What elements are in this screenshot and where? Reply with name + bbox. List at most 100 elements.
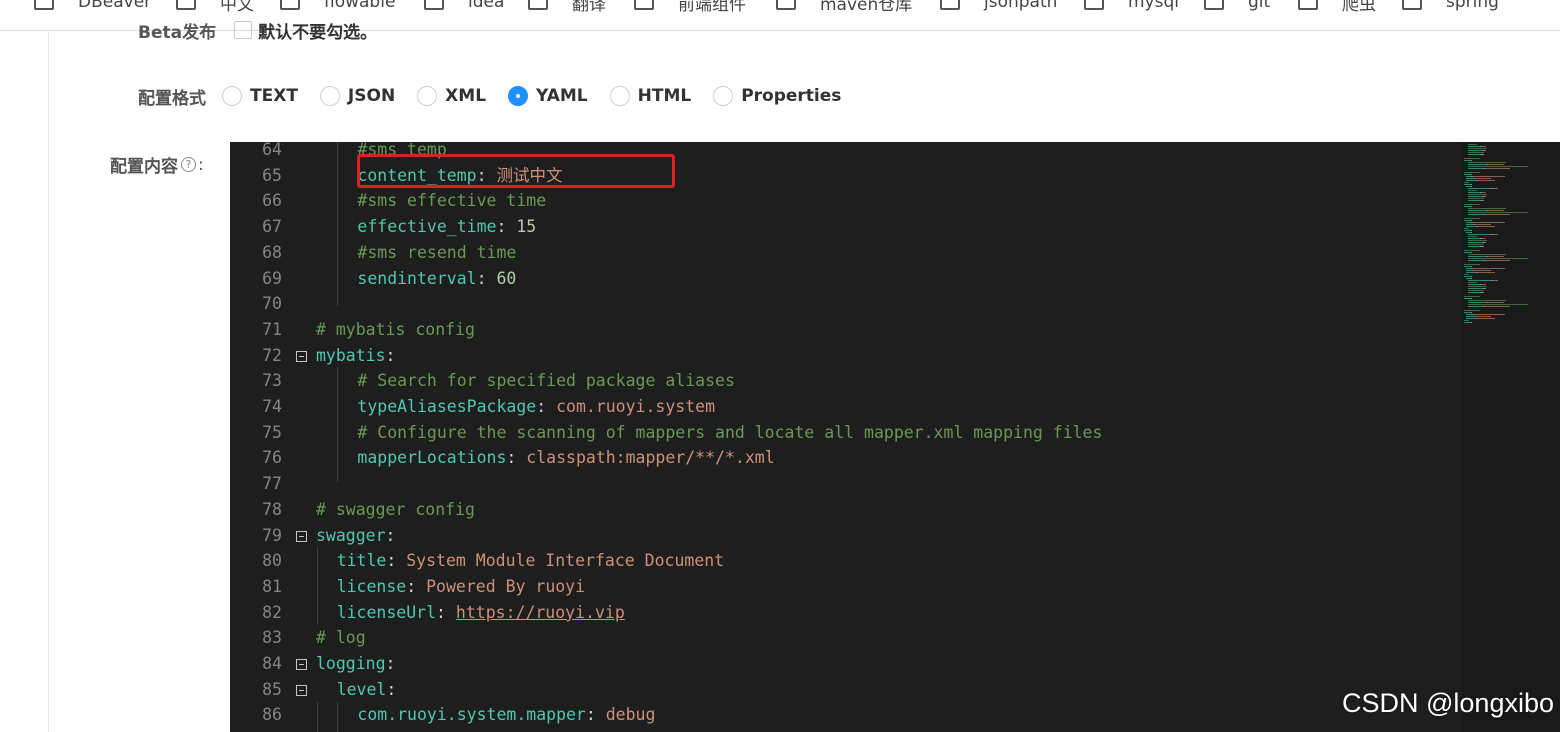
minimap-line — [1468, 236, 1477, 237]
fold-toggle-icon[interactable] — [296, 684, 307, 696]
beta-checkbox[interactable] — [234, 21, 253, 39]
minimap-line — [1464, 228, 1469, 229]
bookmark-item[interactable]: 翻译 — [528, 0, 606, 15]
minimap-line — [1468, 154, 1480, 155]
code-token: # log — [316, 628, 366, 648]
minimap-line — [1475, 178, 1491, 179]
format-radio-json[interactable]: JSON — [319, 86, 396, 106]
bookmark-item[interactable]: spring — [1402, 0, 1499, 14]
minimap-line — [1468, 198, 1484, 199]
line-number: 80 — [262, 551, 282, 571]
bookmark-item[interactable]: maven仓库 — [776, 0, 913, 15]
minimap-line — [1468, 194, 1487, 195]
minimap-line — [1471, 230, 1472, 231]
bookmark-item[interactable]: idea — [424, 0, 504, 14]
minimap-line — [1468, 306, 1483, 307]
minimap-line — [1475, 224, 1491, 225]
radio-dot — [319, 86, 340, 106]
minimap-line — [1468, 188, 1491, 189]
format-radio-properties[interactable]: Properties — [713, 86, 841, 106]
minimap-line — [1468, 280, 1491, 281]
fold-toggle-icon[interactable] — [296, 350, 307, 362]
bookmark-item[interactable]: DBeaver — [34, 0, 151, 14]
minimap-line — [1468, 208, 1506, 209]
minimap-line — [1464, 218, 1480, 219]
minimap-line — [1475, 270, 1491, 271]
code-text: typeAliasesPackage: com.ruoyi.system — [357, 394, 715, 420]
minimap-line — [1468, 256, 1486, 257]
minimap-line — [1468, 168, 1483, 169]
code-text: # swagger config — [316, 497, 475, 523]
fold-toggle-icon[interactable] — [296, 659, 307, 670]
minimap-line — [1484, 150, 1486, 151]
line-number: 72 — [262, 345, 282, 365]
line-number: 70 — [262, 294, 282, 314]
code-line: 83 # log — [230, 625, 1460, 651]
bookmark-label: jsonpath — [984, 0, 1058, 12]
line-number: 68 — [262, 242, 282, 262]
code-editor[interactable]: 64 #sms temp 65 content_temp: 测试中文 66 #sms ef… — [230, 142, 1560, 732]
minimap-line — [1471, 186, 1472, 187]
folder-icon — [1298, 0, 1318, 10]
code-line: 66 #sms effective time — [230, 188, 1460, 214]
minimap-line — [1468, 304, 1528, 305]
code-token: : — [385, 525, 396, 545]
code-line: 79 swagger: — [230, 523, 1460, 549]
watermark: CSDN @longxibo — [1342, 688, 1554, 718]
code-text: sendinterval: 60 — [357, 266, 516, 292]
minimap-line — [1464, 266, 1471, 267]
beta-label: Beta发布 — [138, 22, 217, 43]
minimap-line — [1468, 152, 1484, 153]
code-text: # Configure the scanning of mappers and … — [357, 420, 1102, 446]
minimap-line — [1464, 298, 1471, 299]
code-line: 75 # Configure the scanning of mappers an… — [230, 420, 1460, 446]
help-icon[interactable]: ? — [181, 157, 196, 172]
fold-toggle-icon[interactable] — [296, 530, 307, 542]
minimap-line — [1464, 174, 1471, 175]
line-number: 67 — [262, 217, 282, 237]
editor-minimap[interactable] — [1462, 142, 1560, 732]
format-radio-xml[interactable]: XML — [417, 86, 486, 106]
code-token[interactable]: https://ruoyi.vip — [456, 603, 625, 622]
minimap-line — [1468, 162, 1506, 163]
format-radio-yaml[interactable]: YAML — [508, 86, 588, 106]
code-text: logging: — [316, 651, 395, 677]
code-token: com.ruoyi.system.mapper — [357, 705, 586, 725]
bookmark-item[interactable]: mysql — [1084, 0, 1179, 14]
minimap-line — [1484, 242, 1486, 243]
code-token: : — [436, 602, 456, 622]
minimap-line — [1471, 278, 1472, 279]
minimap-line — [1466, 226, 1476, 227]
folder-icon — [1204, 0, 1224, 10]
bookmark-item[interactable]: jsonpath — [940, 0, 1057, 14]
minimap-line — [1488, 256, 1504, 257]
line-number: 86 — [262, 705, 282, 725]
code-line: 85 level: — [230, 677, 1460, 703]
code-line: 77 — [230, 471, 1460, 497]
bookmark-item[interactable]: 中文 — [176, 0, 254, 15]
bookmark-item[interactable]: flowable — [280, 0, 395, 14]
radio-label: JSON — [347, 86, 396, 106]
minimap-line — [1468, 190, 1477, 191]
minimap-line — [1478, 272, 1495, 273]
bookmark-item[interactable]: 爬虫 — [1298, 0, 1376, 15]
bookmark-label: idea — [468, 0, 505, 12]
bookmark-item[interactable]: git — [1204, 0, 1270, 14]
bookmark-label: maven仓库 — [820, 0, 913, 15]
code-token: com.ruoyi.system — [556, 397, 716, 416]
minimap-line — [1466, 318, 1476, 319]
format-radio-html[interactable]: HTML — [609, 86, 691, 106]
line-number: 78 — [262, 499, 282, 519]
bookmark-item[interactable]: 前端组件 — [634, 0, 746, 15]
minimap-line — [1482, 192, 1486, 193]
code-token: : — [385, 654, 396, 673]
minimap-line — [1464, 184, 1471, 185]
code-line: 68 #sms resend time — [230, 240, 1460, 266]
format-radio-text[interactable]: TEXT — [222, 86, 298, 106]
minimap-line — [1473, 314, 1505, 315]
minimap-line — [1468, 260, 1483, 261]
minimap-line — [1466, 316, 1473, 317]
code-token: level — [336, 679, 387, 699]
minimap-line — [1464, 310, 1480, 311]
line-number: 75 — [262, 422, 282, 442]
